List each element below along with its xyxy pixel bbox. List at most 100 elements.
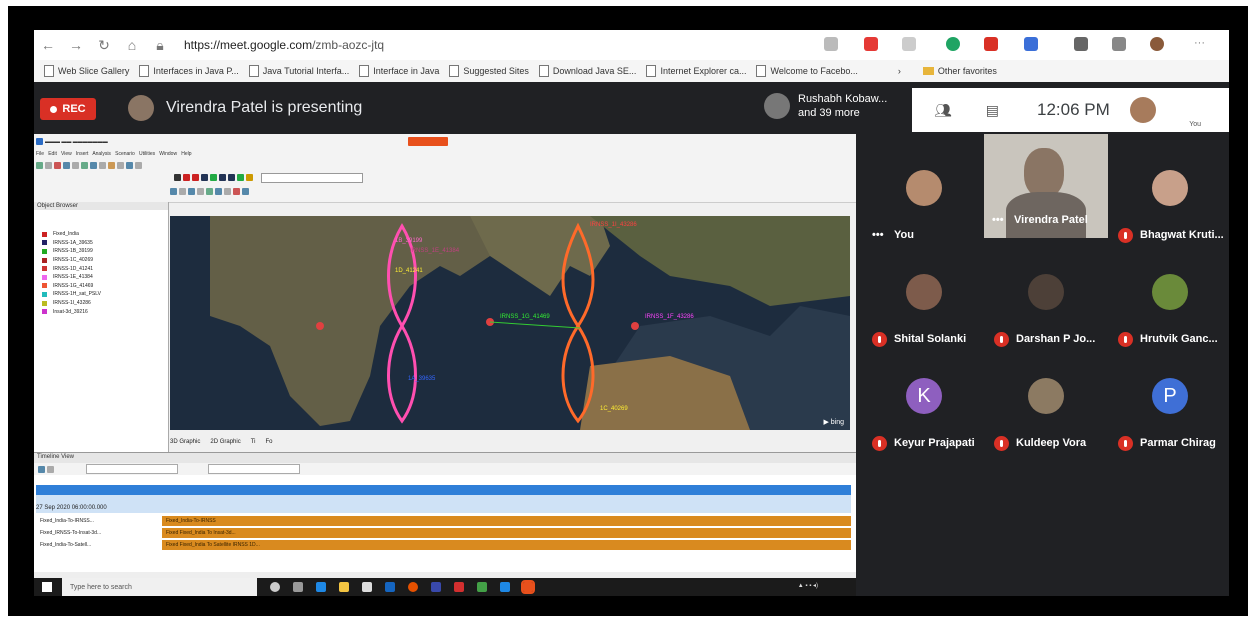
- step-forward-icon[interactable]: [219, 174, 226, 181]
- toolbar-icon[interactable]: [63, 162, 70, 169]
- forward-icon[interactable]: →: [62, 37, 90, 53]
- timeline-row[interactable]: Fixed_India-To-Satell... Fixed Fixed_Indi…: [36, 539, 851, 550]
- edge-icon[interactable]: [316, 582, 326, 592]
- home-icon[interactable]: ⌂: [118, 37, 146, 53]
- firefox-icon[interactable]: [408, 582, 418, 592]
- participant-tile[interactable]: Hrutvik Ganc...: [1110, 262, 1229, 364]
- back-icon[interactable]: ←: [34, 37, 62, 53]
- toolbar-icon[interactable]: [126, 162, 133, 169]
- app-icon[interactable]: [454, 582, 464, 592]
- participant-tile[interactable]: P Parmar Chirag: [1110, 366, 1229, 468]
- participants-summary[interactable]: Rushabh Kobaw... and 39 more: [764, 92, 887, 120]
- map-2d-view[interactable]: 1B_39199 IRNSS_1I_43286 IRNSS_1E_41384 1…: [170, 216, 850, 430]
- toolbar-icon[interactable]: [81, 162, 88, 169]
- collections-icon[interactable]: [1112, 37, 1126, 51]
- step-back-icon[interactable]: [183, 174, 190, 181]
- chat-icon[interactable]: ▤: [986, 102, 999, 119]
- participant-tile[interactable]: Darshan P Jo...: [986, 262, 1108, 364]
- timeline-filter-dropdown[interactable]: [86, 464, 178, 474]
- participant-tile-video[interactable]: ••• Virendra Patel: [984, 134, 1108, 238]
- participant-tile[interactable]: Shital Solanki: [864, 262, 986, 364]
- other-favorites[interactable]: Other favorites: [922, 66, 997, 76]
- toolbar-icon[interactable]: [233, 188, 240, 195]
- toolbar-icon[interactable]: [99, 162, 106, 169]
- favorite-item[interactable]: Interface in Java: [359, 65, 439, 77]
- favorite-item[interactable]: Internet Explorer ca...: [646, 65, 746, 77]
- timeline-overview-bar[interactable]: [36, 485, 851, 495]
- toolbar-icon[interactable]: [135, 162, 142, 169]
- favorite-item[interactable]: Java Tutorial Interfa...: [248, 65, 349, 77]
- tree-item[interactable]: Fixed_India: [42, 230, 101, 239]
- tab-3d-graphic[interactable]: 3D Graphic: [170, 439, 200, 445]
- clock-icon[interactable]: [246, 174, 253, 181]
- url-field[interactable]: https://meet.google.com/zmb-aozc-jtq: [184, 38, 384, 52]
- favorite-item[interactable]: Interfaces in Java P...: [139, 65, 239, 77]
- toolbar-icon[interactable]: [215, 188, 222, 195]
- toolbar-icon[interactable]: [206, 188, 213, 195]
- tree-item[interactable]: IRNSS-1I_43286: [42, 299, 101, 308]
- tab-ti[interactable]: Ti: [251, 439, 256, 445]
- toolbar-icon[interactable]: [38, 465, 45, 473]
- favorite-item[interactable]: Download Java SE...: [538, 65, 636, 77]
- extension-blue-icon[interactable]: [1024, 37, 1038, 51]
- tree-item[interactable]: IRNSS-1A_39635: [42, 239, 101, 248]
- toolbar-icon[interactable]: [108, 162, 115, 169]
- play-icon[interactable]: [210, 174, 217, 181]
- timeline-row[interactable]: Fixed_India-To-IRNSS... Fixed_India-To-IR…: [36, 515, 851, 526]
- toolbar-icon[interactable]: [224, 188, 231, 195]
- chevron-right-icon[interactable]: ›: [898, 66, 901, 76]
- tree-item[interactable]: IRNSS-1G_41469: [42, 282, 101, 291]
- app-icon[interactable]: [431, 582, 441, 592]
- extension-green-icon[interactable]: [946, 37, 960, 51]
- self-avatar[interactable]: [1129, 97, 1156, 123]
- realtime-icon[interactable]: [237, 174, 244, 181]
- animation-time-field[interactable]: [261, 172, 363, 183]
- star-icon[interactable]: [902, 37, 916, 51]
- participant-tile[interactable]: K Keyur Prajapati: [864, 366, 986, 468]
- tree-item[interactable]: IRNSS-1C_40269: [42, 256, 101, 265]
- refresh-icon[interactable]: ↻: [90, 37, 118, 54]
- toolbar-icon[interactable]: [54, 162, 61, 169]
- participant-tile[interactable]: ••• You: [864, 158, 986, 260]
- cortana-icon[interactable]: [270, 582, 280, 592]
- people-icon[interactable]: 👥︎: [934, 102, 952, 119]
- toolbar-icon[interactable]: [45, 162, 52, 169]
- windows-start-icon[interactable]: [42, 582, 52, 592]
- tree-item[interactable]: IRNSS-1B_39199: [42, 247, 101, 256]
- toolbar-icon[interactable]: [72, 162, 79, 169]
- toolbar-icon[interactable]: [170, 188, 177, 195]
- tree-item[interactable]: IRNSS-1D_41241: [42, 264, 101, 273]
- stk-taskbar-icon[interactable]: [521, 580, 535, 594]
- timeline-filter-dropdown[interactable]: [208, 464, 300, 474]
- mic-icon[interactable]: [824, 37, 838, 51]
- task-view-icon[interactable]: [293, 582, 303, 592]
- toolbar-icon[interactable]: [117, 162, 124, 169]
- tree-item[interactable]: IRNSS-1H_sat_PSLV: [42, 290, 101, 299]
- app-icon[interactable]: [500, 582, 510, 592]
- profile-icon[interactable]: [1150, 37, 1164, 51]
- toolbar-icon[interactable]: [36, 162, 43, 169]
- participant-tile[interactable]: Bhagwat Kruti...: [1110, 158, 1229, 260]
- favorites-icon[interactable]: [1074, 37, 1088, 51]
- pause-icon[interactable]: [201, 174, 208, 181]
- menu-items[interactable]: File Edit View Insert Analysis Scenario …: [36, 151, 192, 157]
- favorite-item[interactable]: Welcome to Facebo...: [756, 65, 858, 77]
- participant-tile[interactable]: Kuldeep Vora: [986, 366, 1108, 468]
- play-back-icon[interactable]: [192, 174, 199, 181]
- reset-icon[interactable]: [174, 174, 181, 181]
- tree-item[interactable]: Insat-3d_39216: [42, 307, 101, 316]
- extension-pdf-icon[interactable]: [984, 37, 998, 51]
- tree-item[interactable]: IRNSS-1E_41384: [42, 273, 101, 282]
- app-icon[interactable]: [477, 582, 487, 592]
- tab-fo[interactable]: Fo: [266, 439, 273, 445]
- faster-icon[interactable]: [228, 174, 235, 181]
- toolbar-icon[interactable]: [197, 188, 204, 195]
- more-options-icon[interactable]: •••: [872, 229, 884, 241]
- toolbar-icon[interactable]: [47, 465, 54, 473]
- store-icon[interactable]: [362, 582, 372, 592]
- timeline-row[interactable]: Fixed_IRNSS-To-Insat-3d... Fixed Fixed_In…: [36, 527, 851, 538]
- toolbar-icon[interactable]: [90, 162, 97, 169]
- favorite-item[interactable]: Web Slice Gallery: [44, 65, 129, 77]
- more-options-icon[interactable]: •••: [992, 214, 1004, 226]
- file-explorer-icon[interactable]: [339, 582, 349, 592]
